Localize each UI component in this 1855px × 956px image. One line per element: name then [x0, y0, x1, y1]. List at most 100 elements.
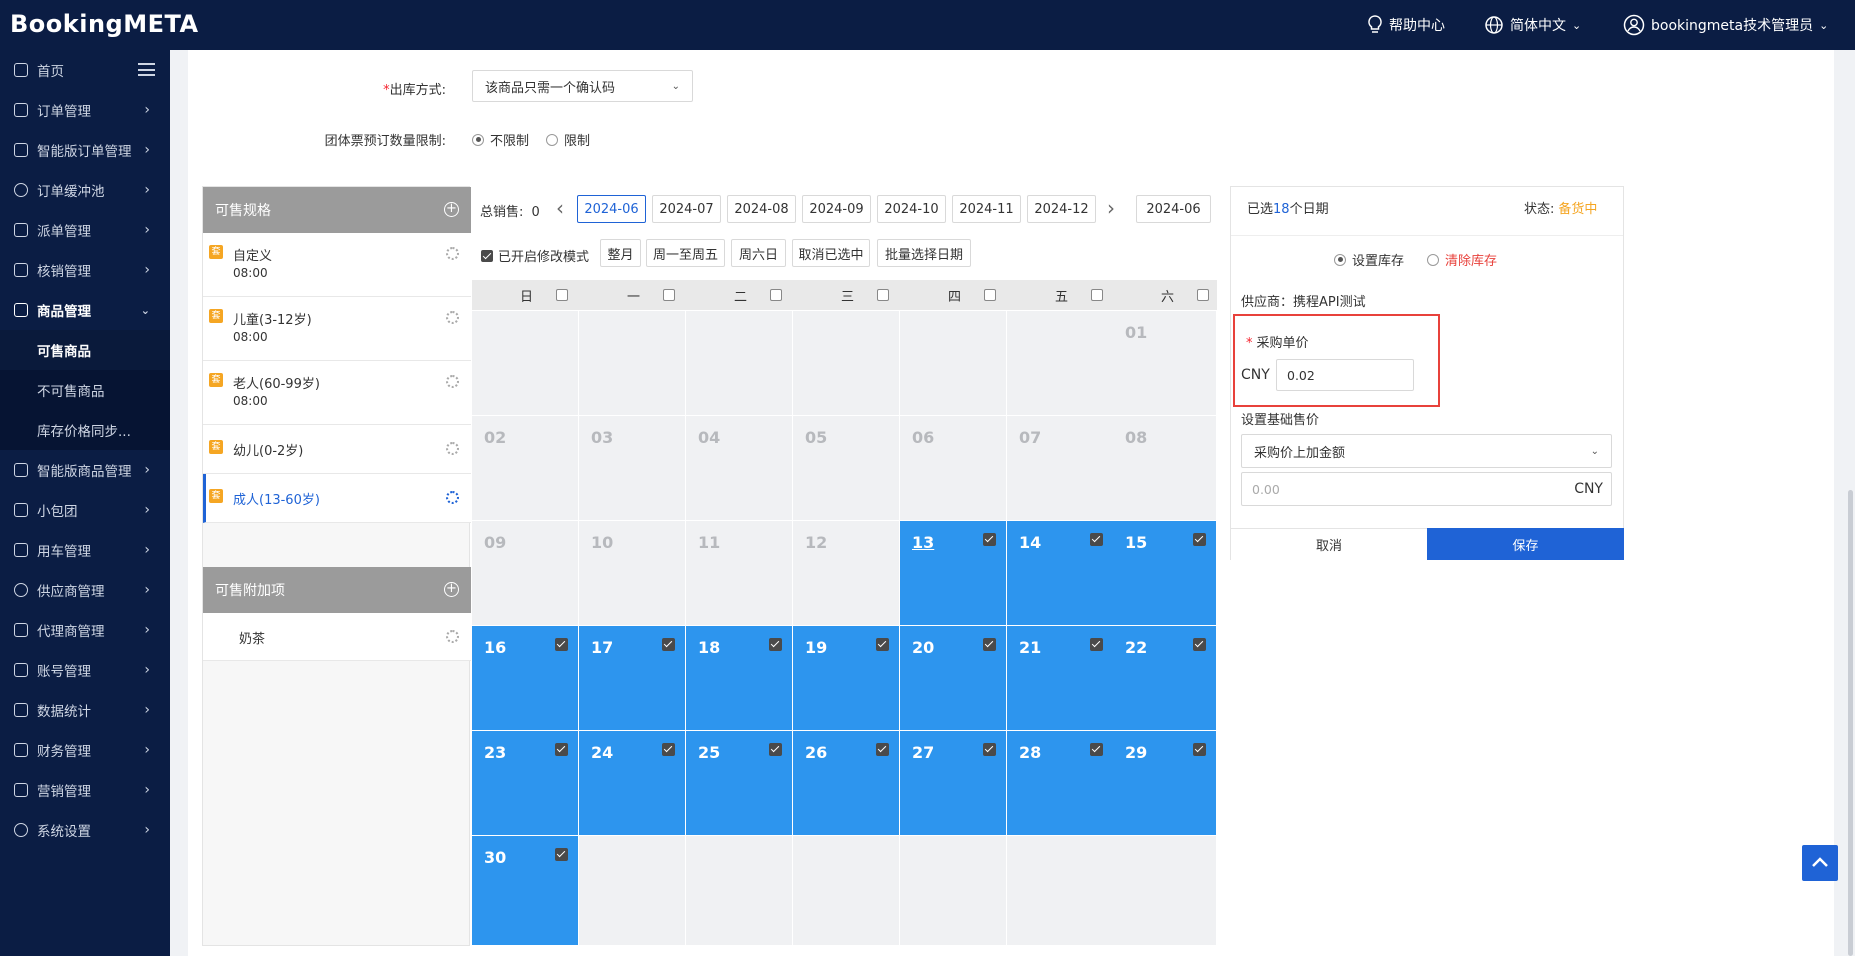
spec-item[interactable]: 套 自定义 08:00 — [203, 233, 471, 297]
outbound-method-select[interactable]: 该商品只需一个确认码 ⌄ — [472, 70, 693, 102]
sidebar-item-agent[interactable]: 代理商管理 › — [0, 610, 170, 650]
calendar-day-selected[interactable]: 24 — [579, 731, 686, 836]
cancel-selected-button[interactable]: 取消已选中 — [792, 239, 870, 267]
calendar-day-selected[interactable]: 28 — [1007, 731, 1114, 836]
calendar-day-selected[interactable]: 16 — [472, 626, 579, 731]
sidebar-item-products[interactable]: 商品管理 ⌄ — [0, 290, 170, 330]
calendar-day[interactable]: 04 — [686, 416, 793, 521]
gear-icon[interactable] — [446, 311, 459, 324]
checkbox-checked-icon[interactable] — [662, 638, 675, 651]
checkbox-checked-icon[interactable] — [555, 848, 568, 861]
gear-icon[interactable] — [446, 442, 459, 455]
calendar-day-selected[interactable]: 26 — [793, 731, 900, 836]
month-tab[interactable]: 2024-08 — [727, 195, 796, 223]
limit-radio[interactable]: 限制 — [546, 130, 590, 149]
clear-stock-radio[interactable]: 清除库存 — [1427, 250, 1497, 269]
checkbox-checked-icon[interactable] — [876, 638, 889, 651]
sidebar-subitem-sellable[interactable]: 可售商品 — [0, 330, 170, 370]
calendar-day-selected[interactable]: 19 — [793, 626, 900, 731]
sidebar-subitem-unsellable[interactable]: 不可售商品 — [0, 370, 170, 410]
sidebar-item-car[interactable]: 用车管理 › — [0, 530, 170, 570]
sidebar-item-smart-products[interactable]: 智能版商品管理 › — [0, 450, 170, 490]
checkbox-checked-icon[interactable] — [983, 533, 996, 546]
calendar-day-selected[interactable]: 20 — [900, 626, 1007, 731]
checkbox-checked-icon[interactable] — [769, 743, 782, 756]
weekday-checkbox[interactable] — [770, 289, 782, 301]
calendar-day-selected[interactable]: 13 — [900, 521, 1007, 626]
sidebar-item-orders[interactable]: 订单管理 › — [0, 90, 170, 130]
no-limit-radio[interactable]: 不限制 — [472, 130, 529, 149]
checkbox-checked-icon[interactable] — [983, 638, 996, 651]
select-whole-month-button[interactable]: 整月 — [600, 239, 641, 267]
calendar-day-selected[interactable]: 18 — [686, 626, 793, 731]
calendar-day[interactable]: 10 — [579, 521, 686, 626]
month-tab[interactable]: 2024-09 — [802, 195, 871, 223]
sidebar-item-finance[interactable]: 财务管理 › — [0, 730, 170, 770]
sidebar-item-marketing[interactable]: 营销管理 › — [0, 770, 170, 810]
add-addon-icon[interactable]: + — [444, 582, 459, 597]
calendar-day-selected[interactable]: 15 — [1113, 521, 1217, 626]
spec-item[interactable]: 套 儿童(3-12岁) 08:00 — [203, 297, 471, 361]
add-spec-icon[interactable]: + — [444, 202, 459, 217]
calendar-day-selected[interactable]: 17 — [579, 626, 686, 731]
chevron-right-icon[interactable]: › — [1107, 196, 1115, 220]
calendar-day[interactable]: 09 — [472, 521, 579, 626]
checkbox-checked-icon[interactable] — [555, 743, 568, 756]
month-tab[interactable]: 2024-07 — [652, 195, 721, 223]
checkbox-checked-icon[interactable] — [1193, 743, 1206, 756]
sidebar-item-settings[interactable]: 系统设置 › — [0, 810, 170, 850]
weekday-checkbox[interactable] — [984, 289, 996, 301]
month-tab[interactable]: 2024-06 — [577, 195, 646, 223]
checkbox-checked-icon[interactable] — [983, 743, 996, 756]
calendar-day-selected[interactable]: 30 — [472, 836, 579, 946]
month-tab[interactable]: 2024-10 — [877, 195, 946, 223]
purchase-price-input[interactable]: 0.02 — [1276, 359, 1414, 391]
sidebar-item-dispatch[interactable]: 派单管理 › — [0, 210, 170, 250]
checkbox-checked-icon[interactable] — [1090, 638, 1103, 651]
checkbox-checked-icon[interactable] — [662, 743, 675, 756]
sidebar-subitem-stock-sync[interactable]: 库存价格同步... — [0, 410, 170, 450]
calendar-day[interactable]: 02 — [472, 416, 579, 521]
chevron-left-icon[interactable]: ‹ — [556, 196, 564, 220]
spec-item[interactable]: 套 幼儿(0-2岁) — [203, 425, 471, 474]
weekday-checkbox[interactable] — [877, 289, 889, 301]
base-price-input[interactable]: 0.00 CNY — [1241, 472, 1612, 506]
calendar-day-selected[interactable]: 27 — [900, 731, 1007, 836]
calendar-day-selected[interactable]: 23 — [472, 731, 579, 836]
calendar-day[interactable]: 07 — [1007, 416, 1114, 521]
sidebar-item-smart-orders[interactable]: 智能版订单管理 › — [0, 130, 170, 170]
calendar-day-selected[interactable]: 29 — [1113, 731, 1217, 836]
gear-icon[interactable] — [446, 630, 459, 643]
weekday-checkbox[interactable] — [1091, 289, 1103, 301]
weekday-checkbox[interactable] — [663, 289, 675, 301]
checkbox-checked-icon[interactable] — [1193, 638, 1206, 651]
edit-mode-toggle[interactable]: 已开启修改模式 — [481, 246, 589, 265]
batch-select-dates-button[interactable]: 批量选择日期 — [877, 239, 971, 267]
logo[interactable]: BookingMETA — [10, 10, 199, 38]
language-selector[interactable]: 简体中文 ⌄ — [1484, 0, 1581, 50]
month-picker[interactable]: 2024-06 — [1136, 195, 1211, 223]
sidebar-item-order-buffer[interactable]: 订单缓冲池 › — [0, 170, 170, 210]
select-weekdays-button[interactable]: 周一至周五 — [646, 239, 725, 267]
calendar-day[interactable]: 03 — [579, 416, 686, 521]
sidebar-item-account[interactable]: 账号管理 › — [0, 650, 170, 690]
gear-icon[interactable] — [446, 247, 459, 260]
base-price-mode-select[interactable]: 采购价上加金额 ⌄ — [1241, 434, 1612, 468]
user-menu[interactable]: bookingmeta技术管理员 ⌄ — [1623, 0, 1828, 50]
checkbox-checked-icon[interactable] — [876, 743, 889, 756]
calendar-day-selected[interactable]: 14 — [1007, 521, 1114, 626]
weekday-checkbox[interactable] — [1197, 289, 1209, 301]
sidebar-item-small-group[interactable]: 小包团 › — [0, 490, 170, 530]
sidebar-item-supplier[interactable]: 供应商管理 › — [0, 570, 170, 610]
addon-item[interactable]: 奶茶 — [203, 613, 471, 661]
spec-item-selected[interactable]: 套 成人(13-60岁) — [203, 474, 471, 523]
calendar-day[interactable]: 12 — [793, 521, 900, 626]
checkbox-checked-icon[interactable] — [555, 638, 568, 651]
checkbox-checked-icon[interactable] — [1090, 743, 1103, 756]
calendar-day-selected[interactable]: 21 — [1007, 626, 1114, 731]
calendar-day[interactable]: 11 — [686, 521, 793, 626]
checkbox-checked-icon[interactable] — [769, 638, 782, 651]
month-tab[interactable]: 2024-11 — [952, 195, 1021, 223]
calendar-day[interactable]: 05 — [793, 416, 900, 521]
gear-icon[interactable] — [446, 491, 459, 504]
